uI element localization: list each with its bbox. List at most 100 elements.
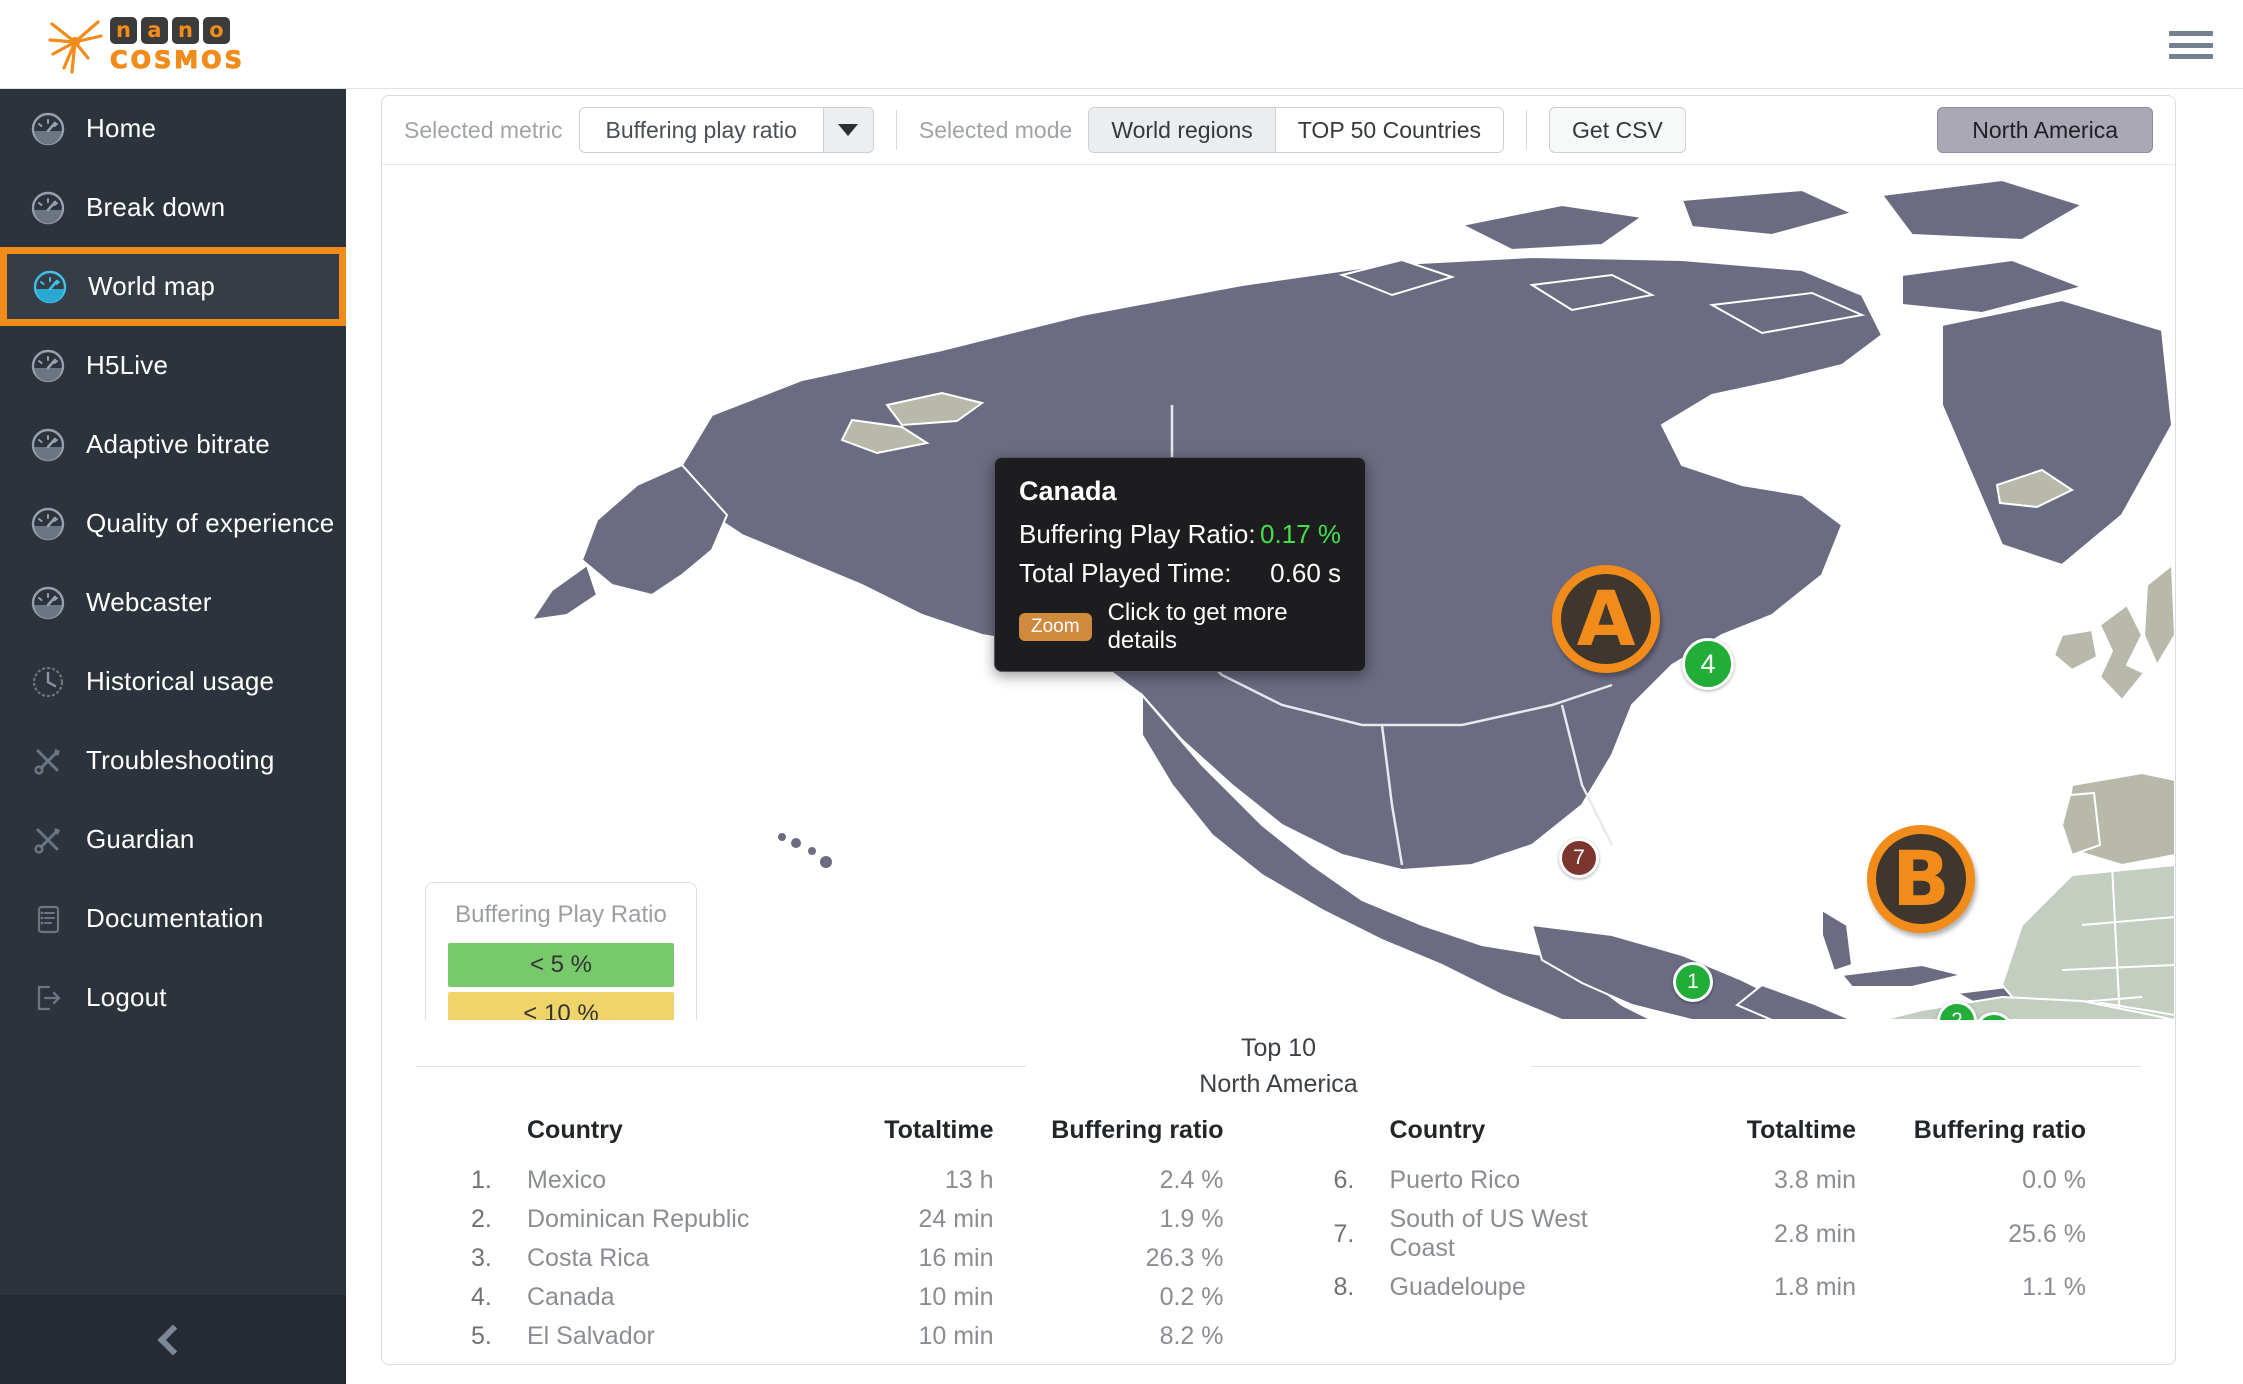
table-row[interactable]: 2. Dominican Republic 24 min 1.9 % [471,1200,1224,1239]
map-marker-7[interactable]: 7 [1559,838,1599,878]
table-row[interactable]: 1. Mexico 13 h 2.4 % [471,1161,1224,1200]
mode-option-top50-countries[interactable]: TOP 50 Countries [1275,108,1504,152]
brand-cosmos: COSMOS [110,45,245,74]
gauge-icon [31,349,65,382]
brand-wordmark: n a n o COSMOS [110,16,245,74]
row-totaltime: 3.8 min [1774,1166,1856,1194]
notebook-icon [37,905,60,933]
tools-icon [22,744,74,778]
app-root: n a n o COSMOS Home Break down World map H5… [0,0,2243,1384]
sidebar-item-quality-of-experience[interactable]: Quality of experience [0,484,346,563]
sidebar-item-guardian[interactable]: Guardian [0,800,346,879]
col-index: # [1334,1116,1390,1161]
sidebar-item-label: H5Live [86,350,169,380]
row-totaltime: 16 min [918,1244,994,1272]
row-totaltime: 24 min [918,1205,994,1233]
sidebar-item-documentation[interactable]: Documentation [0,879,346,958]
table-row[interactable]: 4. Canada 10 min 0.2 % [471,1278,1224,1317]
table-row[interactable]: 3. Costa Rica 16 min 26.3 % [471,1239,1224,1278]
tooltip-ratio-label: Buffering Play Ratio: [1019,519,1256,549]
sidebar-item-label: Troubleshooting [86,745,275,775]
table-row[interactable]: 6. Puerto Rico 3.8 min 0.0 % [1334,1161,2087,1200]
top10-table-left: # Country Totaltime Buffering ratio 1. Me… [416,1116,1279,1356]
chevron-down-icon [822,108,873,152]
top-bar: n a n o COSMOS [0,0,2243,89]
top10-subtitle: North America [1199,1070,1358,1098]
row-country: Dominican Republic [527,1205,750,1233]
legend-rows: < 5 %< 10 %≥ 10 % [448,943,674,1020]
tooltip-country: Canada [1019,476,1117,506]
map-legend: Buffering Play Ratio < 5 %< 10 %≥ 10 % T… [425,882,697,1020]
row-totaltime: 13 h [944,1166,994,1194]
get-csv-button[interactable]: Get CSV [1549,107,1686,153]
map-cluster-marker-A[interactable]: A [1552,565,1660,673]
zoom-badge[interactable]: Zoom [1019,613,1092,641]
country-table: # Country Totaltime Buffering ratio 6. Pu… [1334,1116,2087,1307]
row-buffering-ratio: 1.9 % [1159,1205,1224,1233]
brand-nano: n a n o [110,16,245,44]
map-marker-4[interactable]: 4 [1682,638,1734,690]
tooltip-ratio-value: 0.17 % [1260,519,1341,549]
logout-icon [37,985,61,1010]
hamburger-icon[interactable] [2169,28,2213,62]
row-country: South of US West Coast [1389,1205,1588,1262]
legend-row: < 10 % [448,992,674,1020]
hamburger-bar [2169,42,2213,48]
top10-tables: # Country Totaltime Buffering ratio 1. Me… [416,1102,2141,1356]
row-country: Canada [527,1283,615,1311]
tooltip-hint: Click to get more details [1107,599,1288,654]
sidebar-item-label: Adaptive bitrate [86,429,270,459]
top10-title: Top 10 [1240,1034,1317,1062]
table-header-row: # Country Totaltime Buffering ratio [1334,1116,2087,1161]
top10-header: Top 10 North America [416,1030,2141,1102]
sidebar-item-label: Quality of experience [86,508,335,538]
brand-letter: n [172,16,199,44]
sidebar-item-h5live[interactable]: H5Live [0,326,346,405]
table-row[interactable]: 5. El Salvador 10 min 8.2 % [471,1317,1224,1356]
sidebar-item-webcaster[interactable]: Webcaster [0,563,346,642]
region-button[interactable]: North America [1937,107,2153,153]
row-index: 4. [471,1283,492,1311]
clock-icon [22,665,74,699]
world-map[interactable]: 41268537AB Canada Buffering Play Ratio: … [382,165,2175,1020]
sidebar: Home Break down World map H5Live Adaptive bi… [0,89,346,1384]
sidebar-item-break-down[interactable]: Break down [0,168,346,247]
sidebar-item-label: Home [86,113,157,143]
map-marker-1[interactable]: 1 [1673,962,1713,1002]
metric-select[interactable]: Buffering play ratio [578,107,874,153]
table-row[interactable]: 8. Guadeloupe 1.8 min 1.1 % [1334,1268,2087,1307]
col-totaltime: Totaltime [1746,1116,1856,1144]
row-index: 2. [471,1205,492,1233]
sidebar-item-troubleshooting[interactable]: Troubleshooting [0,721,346,800]
tools-icon [34,827,60,854]
table-header-row: # Country Totaltime Buffering ratio [471,1116,1224,1161]
clock-icon [32,666,64,697]
mode-option-world-regions[interactable]: World regions [1089,108,1276,152]
row-buffering-ratio: 2.4 % [1159,1166,1224,1194]
sidebar-item-adaptive-bitrate[interactable]: Adaptive bitrate [0,405,346,484]
map-cluster-marker-B[interactable]: B [1867,825,1975,933]
sidebar-collapse-button[interactable] [0,1295,346,1384]
sidebar-item-label: Historical usage [86,666,275,696]
sidebar-item-home[interactable]: Home [0,89,346,168]
toolbar-divider [1526,110,1528,150]
sidebar-item-label: Documentation [86,903,264,933]
legend-title: Buffering Play Ratio [455,901,667,928]
brand-letter: n [110,16,137,44]
hamburger-bar [2169,31,2213,36]
sidebar-item-world-map[interactable]: World map [0,247,346,326]
top10-section: Top 10 North America # Country Totaltime… [416,1020,2141,1356]
legend-row: < 5 % [448,943,674,987]
gauge-icon [31,191,65,224]
row-buffering-ratio: 26.3 % [1145,1244,1224,1272]
sidebar-item-label: Break down [86,192,226,222]
top10-table-right: # Country Totaltime Buffering ratio 6. Pu… [1279,1116,2142,1356]
sidebar-item-historical-usage[interactable]: Historical usage [0,642,346,721]
sidebar-item-label: Webcaster [86,587,212,617]
gauge-icon [33,270,67,303]
gauge-icon [22,112,74,146]
table-row[interactable]: 7. South of US West Coast 2.8 min 25.6 % [1334,1200,2087,1268]
map-tooltip: Canada Buffering Play Ratio: 0.17 % Tota… [994,457,1366,672]
sidebar-item-logout[interactable]: Logout [0,958,346,1037]
brand-logo[interactable]: n a n o COSMOS [44,14,245,76]
